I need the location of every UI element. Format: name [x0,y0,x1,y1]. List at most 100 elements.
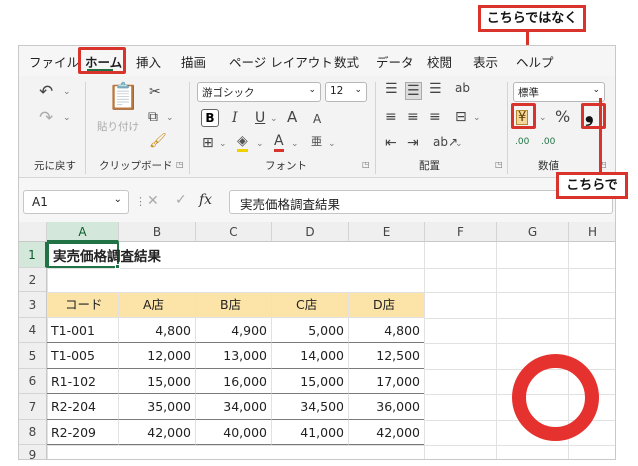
cell-a6[interactable]: R1-102 [47,369,119,394]
column-header-e[interactable]: E [349,222,425,242]
tab-review[interactable]: 校閲 [427,52,452,71]
paste-icon[interactable]: 📋 [107,84,139,110]
font-launcher-icon[interactable]: ◳ [362,160,370,169]
column-header-g[interactable]: G [497,222,569,242]
cell-c4[interactable]: 4,900 [196,318,272,343]
cell-d3[interactable]: C店 [272,292,349,318]
tab-draw[interactable]: 描画 [181,52,206,71]
tab-file[interactable]: ファイル [29,52,79,71]
align-left-icon[interactable]: ≡ [385,110,397,124]
decrease-indent-icon[interactable]: ⇤ [385,136,397,150]
cell-d5[interactable]: 14,000 [272,343,349,369]
tab-page-layout[interactable]: ページ レイアウト [229,52,333,71]
cut-icon[interactable]: ✂ [149,85,161,99]
column-header-a[interactable]: A [47,222,119,242]
cell-b7[interactable]: 35,000 [119,394,196,420]
merge-center-icon[interactable]: ⊟ [455,110,467,124]
row-header-4[interactable]: 4 [19,318,47,343]
percent-style-button[interactable]: % [555,109,570,125]
increase-decimal-button[interactable]: .00 [515,138,529,147]
font-color-dropdown-icon[interactable]: ⌄ [291,140,299,149]
column-header-c[interactable]: C [196,222,272,242]
accounting-dropdown-icon[interactable]: ⌄ [539,114,547,123]
bold-button[interactable]: B [201,109,219,127]
underline-button[interactable]: U [255,111,265,125]
grow-font-button[interactable]: A [287,110,297,125]
copy-dropdown-icon[interactable]: ⌄ [166,114,174,123]
row-header-5[interactable]: 5 [19,343,47,369]
text-direction-dropdown-icon[interactable]: ⌄ [455,140,463,149]
undo-icon[interactable]: ↶ [39,84,53,101]
cell-e7[interactable]: 36,000 [349,394,425,420]
cell-b5[interactable]: 12,000 [119,343,196,369]
underline-dropdown-icon[interactable]: ⌄ [270,115,278,124]
tab-formulas[interactable]: 数式 [334,52,359,71]
alignment-launcher-icon[interactable]: ◳ [495,160,503,169]
align-right-icon[interactable]: ≡ [429,110,441,124]
cell-c7[interactable]: 34,000 [196,394,272,420]
font-color-button[interactable]: A [274,134,284,152]
cell-a1[interactable]: 実売価格調査結果 [47,242,161,268]
cell-b3[interactable]: A店 [119,292,196,318]
row-header-1[interactable]: 1 [19,242,47,268]
fill-color-dropdown-icon[interactable]: ⌄ [256,140,264,149]
cell-e3[interactable]: D店 [349,292,425,318]
cell-b8[interactable]: 42,000 [119,420,196,445]
cell-d6[interactable]: 15,000 [272,369,349,394]
cell-a7[interactable]: R2-204 [47,394,119,420]
cell-e8[interactable]: 42,000 [349,420,425,445]
furigana-dropdown-icon[interactable]: ⌄ [328,140,336,149]
align-center-icon[interactable]: ≡ [407,110,419,124]
copy-icon[interactable]: ⧉ [148,110,158,124]
shrink-font-button[interactable]: A [313,113,321,125]
fill-handle[interactable] [115,264,120,269]
furigana-icon[interactable]: 亜 [311,136,322,147]
fx-icon[interactable]: fx [199,192,212,208]
row-header-9[interactable]: 9 [19,445,47,459]
more-options-icon[interactable]: ⋮ [135,195,146,208]
tab-view[interactable]: 表示 [473,52,498,71]
tab-data[interactable]: データ [376,52,414,71]
select-all-corner[interactable] [19,222,47,242]
cell-e5[interactable]: 12,500 [349,343,425,369]
row-header-8[interactable]: 8 [19,420,47,445]
cell-d4[interactable]: 5,000 [272,318,349,343]
cell-a3[interactable]: コード [47,292,119,318]
cell-c3[interactable]: B店 [196,292,272,318]
column-header-h[interactable]: H [569,222,615,242]
align-middle-icon[interactable]: ☰ [405,82,422,100]
cell-c5[interactable]: 13,000 [196,343,272,369]
cell-a5[interactable]: T1-005 [47,343,119,369]
cell-c8[interactable]: 40,000 [196,420,272,445]
align-bottom-icon[interactable]: ☰ [429,82,442,96]
column-header-f[interactable]: F [425,222,497,242]
undo-dropdown-icon[interactable]: ⌄ [63,88,71,97]
paste-label[interactable]: 貼り付け [97,119,139,134]
column-header-b[interactable]: B [119,222,196,242]
number-format-select[interactable]: 標準 ⌄ [513,82,605,102]
row-header-7[interactable]: 7 [19,394,47,420]
italic-button[interactable]: I [232,111,238,125]
increase-indent-icon[interactable]: ⇥ [407,136,419,150]
row-header-6[interactable]: 6 [19,369,47,394]
row-header-2[interactable]: 2 [19,268,47,292]
merge-dropdown-icon[interactable]: ⌄ [473,114,481,123]
orientation-icon[interactable]: ab [455,82,470,94]
cell-b6[interactable]: 15,000 [119,369,196,394]
cell-a4[interactable]: T1-001 [47,318,119,343]
borders-dropdown-icon[interactable]: ⌄ [219,140,227,149]
cell-d7[interactable]: 34,500 [272,394,349,420]
column-header-d[interactable]: D [272,222,349,242]
tab-help[interactable]: ヘルプ [516,52,554,71]
decrease-decimal-button[interactable]: .00 [541,138,555,147]
cell-b4[interactable]: 4,800 [119,318,196,343]
borders-icon[interactable]: ⊞ [202,136,214,150]
cell-a8[interactable]: R2-209 [47,420,119,445]
cell-d8[interactable]: 41,000 [272,420,349,445]
name-box[interactable]: A1 ⌄ [23,190,129,214]
row-header-3[interactable]: 3 [19,292,47,318]
cell-e4[interactable]: 4,800 [349,318,425,343]
format-painter-icon[interactable]: 🖌 [149,134,167,148]
align-top-icon[interactable]: ☰ [385,82,398,96]
fill-color-icon[interactable]: ◈ [237,134,248,152]
